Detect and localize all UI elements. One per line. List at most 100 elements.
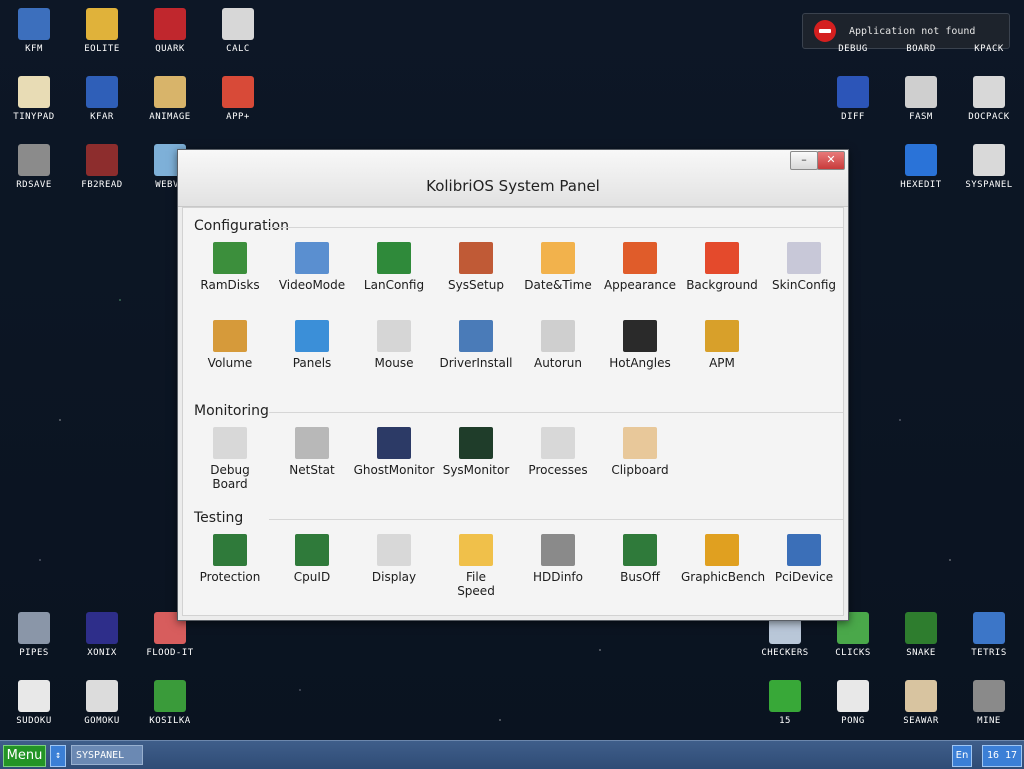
applet-label: SysMonitor — [442, 463, 510, 477]
desktop-icon-hexedit[interactable]: HEXEDIT — [887, 136, 955, 200]
app-icon — [86, 144, 118, 176]
applet-driverinstall[interactable]: DriverInstall — [435, 320, 517, 370]
app-icon — [973, 144, 1005, 176]
applet-icon — [295, 534, 329, 566]
applet-appearance[interactable]: Appearance — [599, 242, 681, 292]
applet-date-time[interactable]: Date&Time — [517, 242, 599, 292]
applet-cpuid[interactable]: CpuID — [271, 534, 353, 584]
desktop-icon-kosilka[interactable]: KOSILKA — [136, 672, 204, 736]
applet-label: BusOff — [620, 570, 660, 584]
applet-icon — [623, 320, 657, 352]
close-button[interactable]: ✕ — [817, 151, 845, 170]
applet-busoff[interactable]: BusOff — [599, 534, 681, 584]
desktop-icon-snake[interactable]: SNAKE — [887, 604, 955, 668]
desktop-icon-tinypad[interactable]: TINYPAD — [0, 68, 68, 132]
desktop-icon-app-[interactable]: APP+ — [204, 68, 272, 132]
desktop-icon-pipes[interactable]: PIPES — [0, 604, 68, 668]
applet-videomode[interactable]: VideoMode — [271, 242, 353, 292]
language-indicator[interactable]: En — [952, 745, 972, 767]
desktop-icon-animage[interactable]: ANIMAGE — [136, 68, 204, 132]
desktop-icon-15[interactable]: 15 — [751, 672, 819, 736]
desktop-icon-mine[interactable]: MINE — [955, 672, 1023, 736]
applet-lanconfig[interactable]: LanConfig — [353, 242, 435, 292]
task-syspanel[interactable]: SYSPANEL — [71, 745, 143, 765]
applet-skinconfig[interactable]: SkinConfig — [763, 242, 845, 292]
applet-graphicbench[interactable]: GraphicBench — [681, 534, 765, 584]
applet-label: HDDinfo — [532, 570, 583, 584]
desktop-icon-calc[interactable]: CALC — [204, 0, 272, 64]
clock[interactable]: 16 17 — [982, 745, 1022, 767]
desktop-icon-kpack[interactable]: KPACK — [955, 0, 1023, 64]
applet-label: PciDevice — [774, 570, 834, 584]
desktop-icon-fasm[interactable]: FASM — [887, 68, 955, 132]
app-icon — [769, 680, 801, 712]
desktop-icon-gomoku[interactable]: GOMOKU — [68, 672, 136, 736]
desktop-icon-sudoku[interactable]: SUDOKU — [0, 672, 68, 736]
applet-clipboard[interactable]: Clipboard — [599, 427, 681, 477]
applet-file-speed[interactable]: File Speed — [435, 534, 517, 598]
applet-icon — [459, 242, 493, 274]
applet-ghostmonitor[interactable]: GhostMonitor — [353, 427, 435, 477]
desktop-icon-label: SYSPANEL — [965, 180, 1013, 190]
desktop-icon-label: KFAR — [90, 112, 114, 122]
applet-panels[interactable]: Panels — [271, 320, 353, 370]
applet-label: LanConfig — [363, 278, 425, 292]
applet-sysmonitor[interactable]: SysMonitor — [435, 427, 517, 477]
desktop-icon-label: APP+ — [226, 112, 250, 122]
desktop-icon-syspanel[interactable]: SYSPANEL — [955, 136, 1023, 200]
applet-pcidevice[interactable]: PciDevice — [763, 534, 845, 584]
applet-icon — [623, 534, 657, 566]
applet-label: Mouse — [374, 356, 414, 370]
applet-hotangles[interactable]: HotAngles — [599, 320, 681, 370]
applet-icon — [459, 534, 493, 566]
minimize-button[interactable]: – — [790, 151, 818, 170]
applet-icon — [705, 242, 739, 274]
menu-button[interactable]: Menu — [3, 745, 46, 767]
applet-syssetup[interactable]: SysSetup — [435, 242, 517, 292]
app-icon — [18, 8, 50, 40]
applet-icon — [541, 320, 575, 352]
desktop-icon-seawar[interactable]: SEAWAR — [887, 672, 955, 736]
applet-mouse[interactable]: Mouse — [353, 320, 435, 370]
app-icon — [86, 680, 118, 712]
app-icon — [905, 76, 937, 108]
applet-protection[interactable]: Protection — [189, 534, 271, 584]
applet-label: APM — [709, 356, 735, 370]
app-icon — [18, 680, 50, 712]
window-titlebar[interactable]: – ✕ KolibriOS System Panel — [178, 150, 848, 207]
panel-body: Configuration RamDisks VideoMode LanConfig S… — [182, 207, 844, 616]
desktop-icon-label: EOLITE — [84, 44, 120, 54]
applet-display[interactable]: Display — [353, 534, 435, 584]
desktop-icon-fb2read[interactable]: FB2READ — [68, 136, 136, 200]
applet-apm[interactable]: APM — [681, 320, 763, 370]
app-icon — [222, 76, 254, 108]
desktop-icon-xonix[interactable]: XONIX — [68, 604, 136, 668]
desktop-icon-tetris[interactable]: TETRIS — [955, 604, 1023, 668]
applet-debug-board[interactable]: Debug Board — [189, 427, 271, 491]
desktop-icon-rdsave[interactable]: RDSAVE — [0, 136, 68, 200]
switch-arrow-button[interactable]: ↕ — [50, 745, 66, 767]
desktop-icon-debug[interactable]: DEBUG — [819, 0, 887, 64]
applet-background[interactable]: Background — [681, 242, 763, 292]
desktop-icon-label: RDSAVE — [16, 180, 52, 190]
applet-icon — [295, 242, 329, 274]
applet-label: Display — [371, 570, 417, 584]
desktop-icon-kfar[interactable]: KFAR — [68, 68, 136, 132]
applet-processes[interactable]: Processes — [517, 427, 599, 477]
desktop-icon-docpack[interactable]: DOCPACK — [955, 68, 1023, 132]
app-icon — [905, 680, 937, 712]
applet-netstat[interactable]: NetStat — [271, 427, 353, 477]
applet-autorun[interactable]: Autorun — [517, 320, 599, 370]
applet-ramdisks[interactable]: RamDisks — [189, 242, 271, 292]
applet-label: Processes — [528, 463, 588, 477]
desktop-icon-pong[interactable]: PONG — [819, 672, 887, 736]
desktop-icon-label: FB2READ — [81, 180, 123, 190]
applet-hddinfo[interactable]: HDDinfo — [517, 534, 599, 584]
app-icon — [18, 144, 50, 176]
applet-volume[interactable]: Volume — [189, 320, 271, 370]
desktop-icon-quark[interactable]: QUARK — [136, 0, 204, 64]
desktop-icon-board[interactable]: BOARD — [887, 0, 955, 64]
desktop-icon-eolite[interactable]: EOLITE — [68, 0, 136, 64]
desktop-icon-kfm[interactable]: KFM — [0, 0, 68, 64]
desktop-icon-diff[interactable]: DIFF — [819, 68, 887, 132]
